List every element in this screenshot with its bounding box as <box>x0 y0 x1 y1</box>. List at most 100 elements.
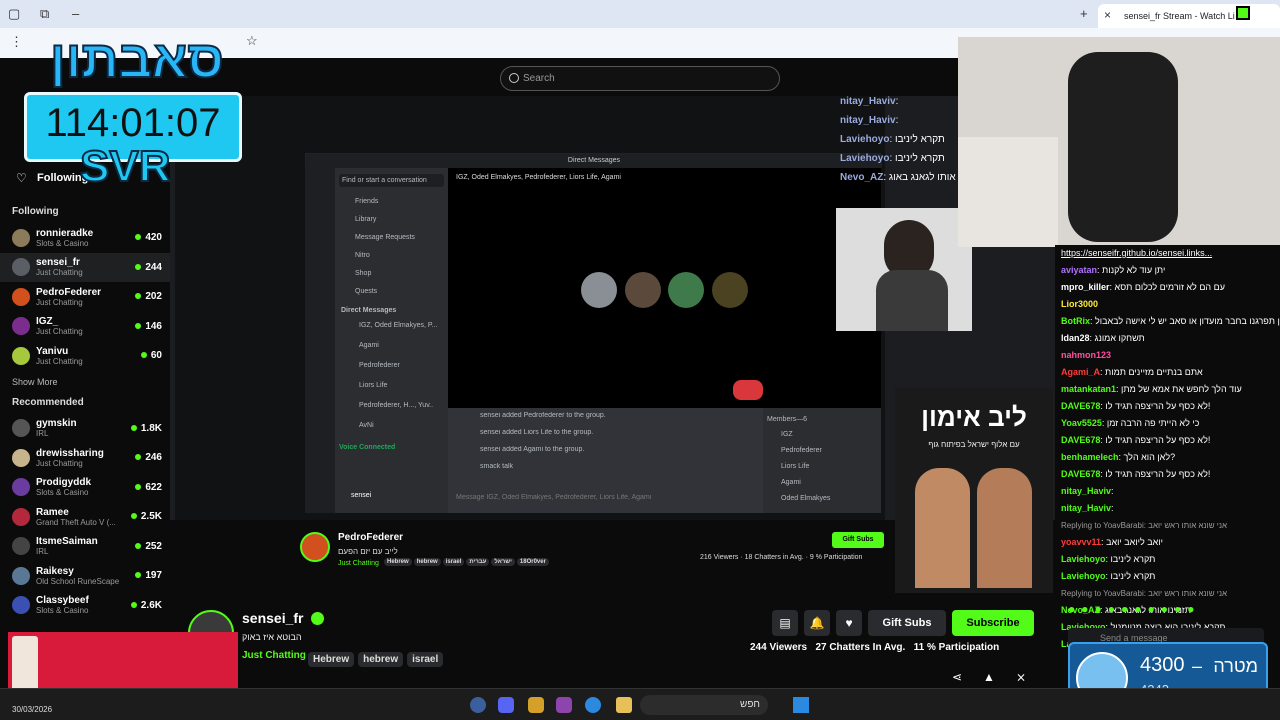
tab-active[interactable]: × sensei_fr Stream - Watch Li <box>1098 4 1280 28</box>
discord-user: sensei <box>351 492 372 499</box>
tab-grid-icon[interactable]: ⧉ <box>40 6 49 22</box>
sidebar-item-gymskin[interactable]: gymskin IRL 1.8K <box>0 414 170 444</box>
discord-icon[interactable] <box>498 697 514 713</box>
sidebar-item-text: Classybeef Slots & Casino <box>36 595 131 615</box>
goal-current: 4300 <box>1140 654 1185 676</box>
avatar <box>12 596 30 615</box>
sidebar-item-sensei_fr[interactable]: sensei_fr Just Chatting 244 <box>0 252 170 282</box>
chat-message: benhamelech: לאן הוא הלך? <box>1055 449 1280 466</box>
sidebar-item-igz_[interactable]: IGZ_ Just Chatting 146 <box>0 312 170 342</box>
tags: Hebrew hebrew israel <box>308 649 447 667</box>
tag[interactable]: israel <box>407 652 444 667</box>
subscribe-button[interactable]: Subscribe <box>952 610 1034 636</box>
chat-username[interactable]: benhamelech <box>1061 452 1119 462</box>
live-dot-icon <box>135 322 142 329</box>
sidebar-item-pedrofederer[interactable]: PedroFederer Just Chatting 202 <box>0 282 170 312</box>
sidebar-item-yanivu[interactable]: Yanivu Just Chatting 60 <box>0 341 170 371</box>
bell-icon[interactable]: 🔔 <box>804 610 830 636</box>
sidebar-item-itsmesaiman[interactable]: ItsmeSaiman IRL 252 <box>0 532 170 562</box>
avatar <box>12 507 30 526</box>
search-input[interactable]: Search <box>500 66 780 91</box>
chat-username[interactable]: nahmon123 <box>1061 350 1111 360</box>
chat-username[interactable]: mpro_killer <box>1061 282 1110 292</box>
emote-bar[interactable]: ●●●●●●●●●● <box>1068 602 1268 620</box>
channel-category: Just Chatting <box>36 297 83 307</box>
taskbar-search-label: חפש <box>740 699 760 710</box>
chat-username[interactable]: Lior3000 <box>1061 299 1098 309</box>
chair-shape <box>1068 52 1178 242</box>
chat-message[interactable]: https://senseifr.github.io/sensei.links.… <box>1055 245 1280 262</box>
chat-username[interactable]: nitay_Haviv <box>1061 503 1111 513</box>
sidebar-item-ramee[interactable]: Ramee Grand Theft Auto V (... 2.5K <box>0 502 170 532</box>
viewer-count: 420 <box>135 232 162 243</box>
chat-username[interactable]: DAVE678 <box>1061 401 1100 411</box>
close-tab-icon[interactable]: × <box>1104 8 1111 22</box>
ad-subtitle: עם אלוף ישראל בפיתוח גוף <box>928 440 1020 449</box>
chrome-icon[interactable] <box>585 697 601 713</box>
inner-gift-subs: Gift Subs <box>832 532 884 548</box>
chat-username[interactable]: matankatan1 <box>1061 384 1116 394</box>
channel-name: sensei_fr <box>36 257 80 269</box>
chat-text: : תקרא ליניבו <box>1105 554 1156 564</box>
search-icon <box>509 73 519 83</box>
discord-dm-item: IGZ, Oded Elmakyes, P... <box>359 322 438 329</box>
chat-username[interactable]: Laviehoyo <box>1061 571 1106 581</box>
chat-username[interactable]: ldan28 <box>1061 333 1090 343</box>
chat-username[interactable]: aviyatan <box>1061 265 1097 275</box>
viewer-count-value: 2.6K <box>140 599 162 611</box>
goal-label: מטרה <box>1213 656 1258 676</box>
gift-subs-button[interactable]: Gift Subs <box>868 610 946 636</box>
chat-message: DAVE678: לא כסף על הריצפה תגיד לו! <box>1055 398 1280 415</box>
following-list: ronnieradke Slots & Casino 420 sensei_fr Jus… <box>0 223 170 371</box>
browser-tab-bar: ▢ ⧉ – + × sensei_fr Stream - Watch Li <box>0 0 1280 28</box>
chat-username[interactable]: DAVE678 <box>1061 435 1100 445</box>
clip-button[interactable]: ▤ <box>772 610 798 636</box>
tag: 18Or0ver <box>516 558 549 566</box>
tag[interactable]: hebrew <box>358 652 404 667</box>
report-icon[interactable]: ▲ <box>976 664 1002 690</box>
stream-stats: 244 Viewers 27 Chatters In Avg. 11 % Par… <box>750 642 999 653</box>
minimize-icon[interactable]: – <box>72 6 79 21</box>
stream-info: sensei_fr הבוטא איז באוק Just Chatting H… <box>188 604 1048 684</box>
chat-username[interactable]: nitay_Haviv <box>1061 486 1111 496</box>
chat-username[interactable]: yoavvv11 <box>1061 537 1101 547</box>
new-tab-button[interactable]: + <box>1080 6 1088 21</box>
follow-heart-icon[interactable]: ♥ <box>836 610 862 636</box>
share-icon[interactable]: ⋖ <box>944 664 970 690</box>
viewer-count: 1.8K <box>130 423 162 434</box>
sidebar-item-prodigyddk[interactable]: Prodigyddk Slots & Casino 622 <box>0 473 170 503</box>
windows-start-icon[interactable] <box>793 697 809 713</box>
chat-username[interactable]: Agami_A <box>1061 367 1100 377</box>
chat-panel: https://senseifr.github.io/sensei.links.… <box>1055 245 1280 688</box>
chat-username[interactable]: DAVE678 <box>1061 469 1100 479</box>
sidebar-item-classybeef[interactable]: Classybeef Slots & Casino 2.6K <box>0 591 170 621</box>
discord-menu: Friends Library Message Requests Nitro Shop Q… <box>335 193 448 301</box>
tab-list-icon[interactable]: ▢ <box>8 6 20 22</box>
mute-icon[interactable]: ⨯ <box>1008 664 1034 690</box>
discord-dm-item: Liors Life <box>359 382 388 389</box>
chat-text: : תקרא ליניבו <box>1105 571 1156 581</box>
discord-log-line: sensei added Pedrofederer to the group. <box>480 412 606 419</box>
chat-username[interactable]: Laviehoyo <box>1061 554 1106 564</box>
discord-dm-item: Pedrofederer <box>359 362 400 369</box>
avatar <box>12 317 30 336</box>
taskbar-search[interactable]: חפש <box>640 695 768 715</box>
app-icon[interactable] <box>556 697 572 713</box>
steam-icon[interactable] <box>470 697 486 713</box>
category-link[interactable]: Just Chatting <box>242 650 306 661</box>
bookmark-star-icon[interactable]: ☆ <box>246 33 258 49</box>
sidebar: Following ronnieradke Slots & Casino 420 se… <box>0 200 170 680</box>
show-more-button[interactable]: Show More <box>12 377 158 387</box>
app-icon[interactable] <box>528 697 544 713</box>
overlay-chat-line: nitay_Haviv: <box>840 115 965 134</box>
menu-dots-icon[interactable]: ⋮ <box>10 34 23 50</box>
folder-icon[interactable] <box>616 697 632 713</box>
chat-username[interactable]: BotRix <box>1061 316 1090 326</box>
tag: ישראל <box>491 558 515 566</box>
sidebar-item-drewissharing[interactable]: drewissharing Just Chatting 246 <box>0 443 170 473</box>
sidebar-item-raikesy[interactable]: Raikesy Old School RuneScape 197 <box>0 561 170 591</box>
chat-username[interactable]: Yoav5525 <box>1061 418 1102 428</box>
tag[interactable]: Hebrew <box>308 652 355 667</box>
streamer-name[interactable]: sensei_fr <box>242 610 303 626</box>
sidebar-item-ronnieradke[interactable]: ronnieradke Slots & Casino 420 <box>0 223 170 253</box>
